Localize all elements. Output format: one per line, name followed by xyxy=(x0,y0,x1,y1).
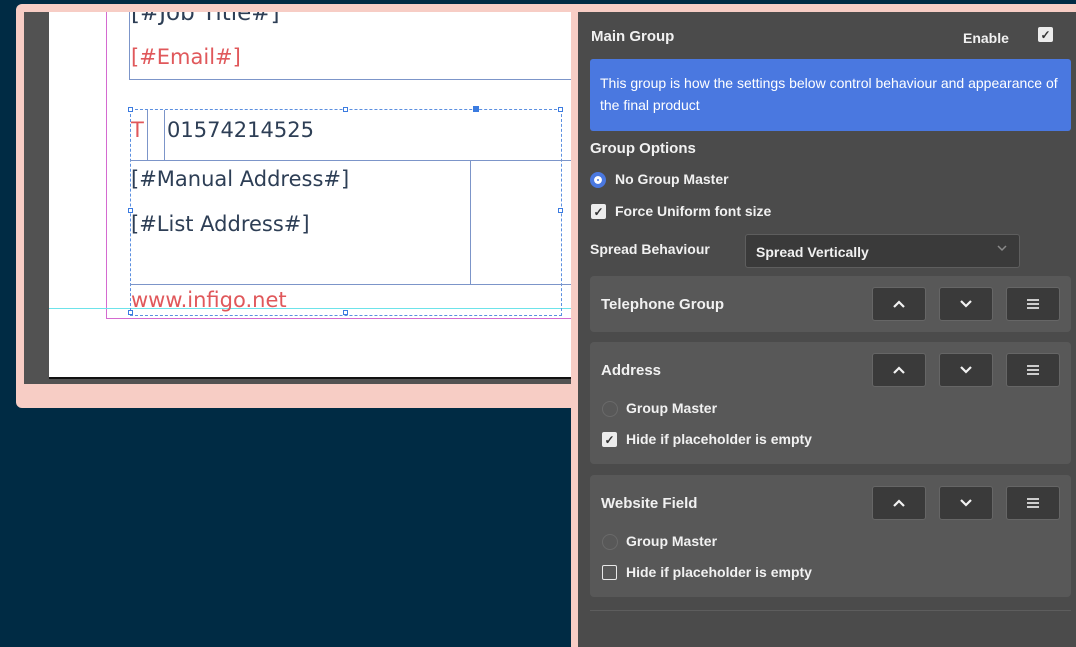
panel-divider xyxy=(590,610,1071,611)
resize-handle[interactable] xyxy=(343,107,348,112)
group-card-website: Website Field Group Master Hide if place… xyxy=(590,475,1071,597)
hide-if-empty-checkbox[interactable] xyxy=(602,565,617,580)
group-master-radio[interactable] xyxy=(602,401,618,417)
website-placeholder[interactable]: www.infigo.net xyxy=(131,288,287,312)
group-master-label[interactable]: Group Master xyxy=(626,533,717,549)
no-group-master-label[interactable]: No Group Master xyxy=(615,171,729,187)
list-address-placeholder[interactable]: [#List Address#] xyxy=(131,212,310,236)
hide-if-empty-checkbox[interactable]: ✓ xyxy=(602,432,617,447)
job-title-placeholder[interactable]: [#Job Title#] xyxy=(131,12,280,26)
menu-icon xyxy=(1027,299,1039,309)
resize-handle[interactable] xyxy=(128,107,133,112)
chevron-up-icon xyxy=(893,366,905,374)
menu-icon xyxy=(1027,365,1039,375)
spread-behaviour-select[interactable]: Spread Vertically xyxy=(745,234,1020,268)
force-uniform-checkbox[interactable]: ✓ xyxy=(591,204,606,219)
resize-handle[interactable] xyxy=(558,107,563,112)
frame-edge xyxy=(164,110,165,160)
group-card-address: Address Group Master ✓ Hide if placehold… xyxy=(590,342,1071,464)
move-up-button[interactable] xyxy=(872,353,926,387)
info-banner: This group is how the settings below con… xyxy=(590,59,1071,131)
group-menu-button[interactable] xyxy=(1006,287,1060,321)
resize-handle[interactable] xyxy=(558,208,563,213)
group-master-label[interactable]: Group Master xyxy=(626,400,717,416)
frame-edge xyxy=(147,110,148,160)
menu-icon xyxy=(1027,498,1039,508)
chevron-down-icon xyxy=(996,242,1008,257)
force-uniform-label[interactable]: Force Uniform font size xyxy=(615,203,771,219)
chevron-up-icon xyxy=(893,300,905,308)
group-settings-panel: Main Group Enable ✓ This group is how th… xyxy=(578,12,1076,647)
document-canvas[interactable]: [#Job Title#] [#Email#] T 01574214525 [#… xyxy=(24,12,580,384)
frame-edge xyxy=(470,160,471,284)
move-up-button[interactable] xyxy=(872,486,926,520)
frame-edge xyxy=(129,79,580,80)
move-down-button[interactable] xyxy=(939,287,993,321)
frame-edge xyxy=(130,284,580,285)
group-card-telephone: Telephone Group xyxy=(590,276,1071,332)
chevron-up-icon xyxy=(893,499,905,507)
check-icon: ✓ xyxy=(604,432,615,447)
group-name: Telephone Group xyxy=(601,296,725,313)
resize-handle[interactable] xyxy=(343,310,348,315)
chevron-down-icon xyxy=(960,300,972,308)
frame-edge xyxy=(130,160,580,161)
group-menu-button[interactable] xyxy=(1006,486,1060,520)
group-master-radio[interactable] xyxy=(602,534,618,550)
check-icon: ✓ xyxy=(593,204,604,219)
document-page[interactable]: [#Job Title#] [#Email#] T 01574214525 [#… xyxy=(49,12,580,379)
group-name: Website Field xyxy=(601,495,698,512)
group-name: Address xyxy=(601,362,662,379)
move-down-button[interactable] xyxy=(939,486,993,520)
group-menu-button[interactable] xyxy=(1006,353,1060,387)
phone-prefix[interactable]: T xyxy=(131,118,144,142)
manual-address-placeholder[interactable]: [#Manual Address#] xyxy=(131,167,349,191)
enable-label: Enable xyxy=(963,30,1009,46)
chevron-down-icon xyxy=(960,366,972,374)
move-up-button[interactable] xyxy=(872,287,926,321)
no-group-master-radio[interactable] xyxy=(590,172,606,188)
hide-if-empty-label[interactable]: Hide if placeholder is empty xyxy=(626,564,812,580)
check-icon: ✓ xyxy=(1040,27,1051,42)
frame-edge xyxy=(129,12,130,80)
move-down-button[interactable] xyxy=(939,353,993,387)
panel-title: Main Group xyxy=(591,28,675,45)
chevron-down-icon xyxy=(960,499,972,507)
hide-if-empty-label[interactable]: Hide if placeholder is empty xyxy=(626,431,812,447)
spread-behaviour-label: Spread Behaviour xyxy=(590,241,710,257)
spread-behaviour-value: Spread Vertically xyxy=(756,244,869,260)
group-options-title: Group Options xyxy=(590,140,696,157)
resize-handle[interactable] xyxy=(473,106,479,112)
phone-number[interactable]: 01574214525 xyxy=(167,118,314,142)
email-placeholder[interactable]: [#Email#] xyxy=(131,45,241,69)
enable-checkbox[interactable]: ✓ xyxy=(1038,27,1053,42)
